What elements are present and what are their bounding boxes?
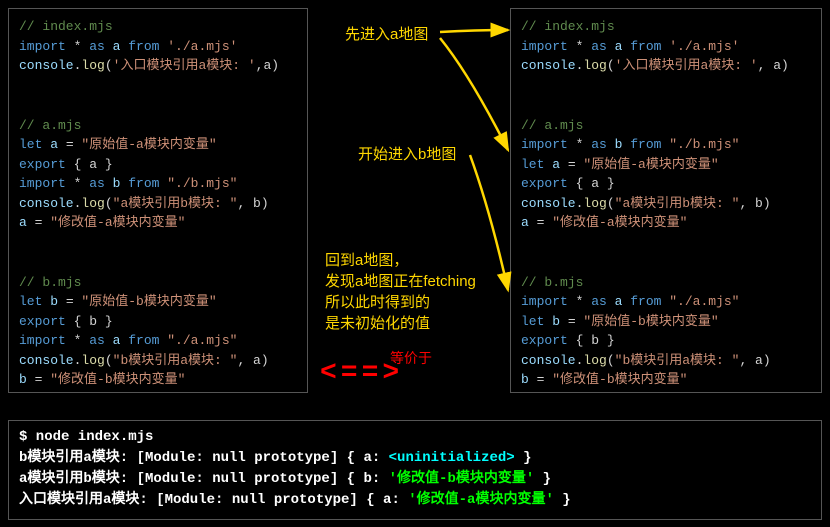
arrow-icon: [440, 30, 508, 32]
equiv-arrow-icon: <==>: [320, 358, 403, 389]
code-box-right: // index.mjs import * as a from './a.mjs…: [510, 8, 822, 393]
terminal-output: $ node index.mjs b模块引用a模块: [Module: null…: [8, 420, 822, 520]
comment: // index.mjs: [19, 19, 113, 34]
command-line: $ node index.mjs: [19, 427, 811, 448]
annotation-enter-a: 先进入a地图: [345, 24, 428, 45]
annotation-back-to-a: 回到a地图， 发现a地图正在fetching 所以此时得到的 是未初始化的值: [325, 250, 476, 334]
annotation-enter-b: 开始进入b地图: [358, 144, 456, 165]
arrow-icon: [440, 38, 508, 150]
code-box-left: // index.mjs import * as a from './a.mjs…: [8, 8, 308, 393]
